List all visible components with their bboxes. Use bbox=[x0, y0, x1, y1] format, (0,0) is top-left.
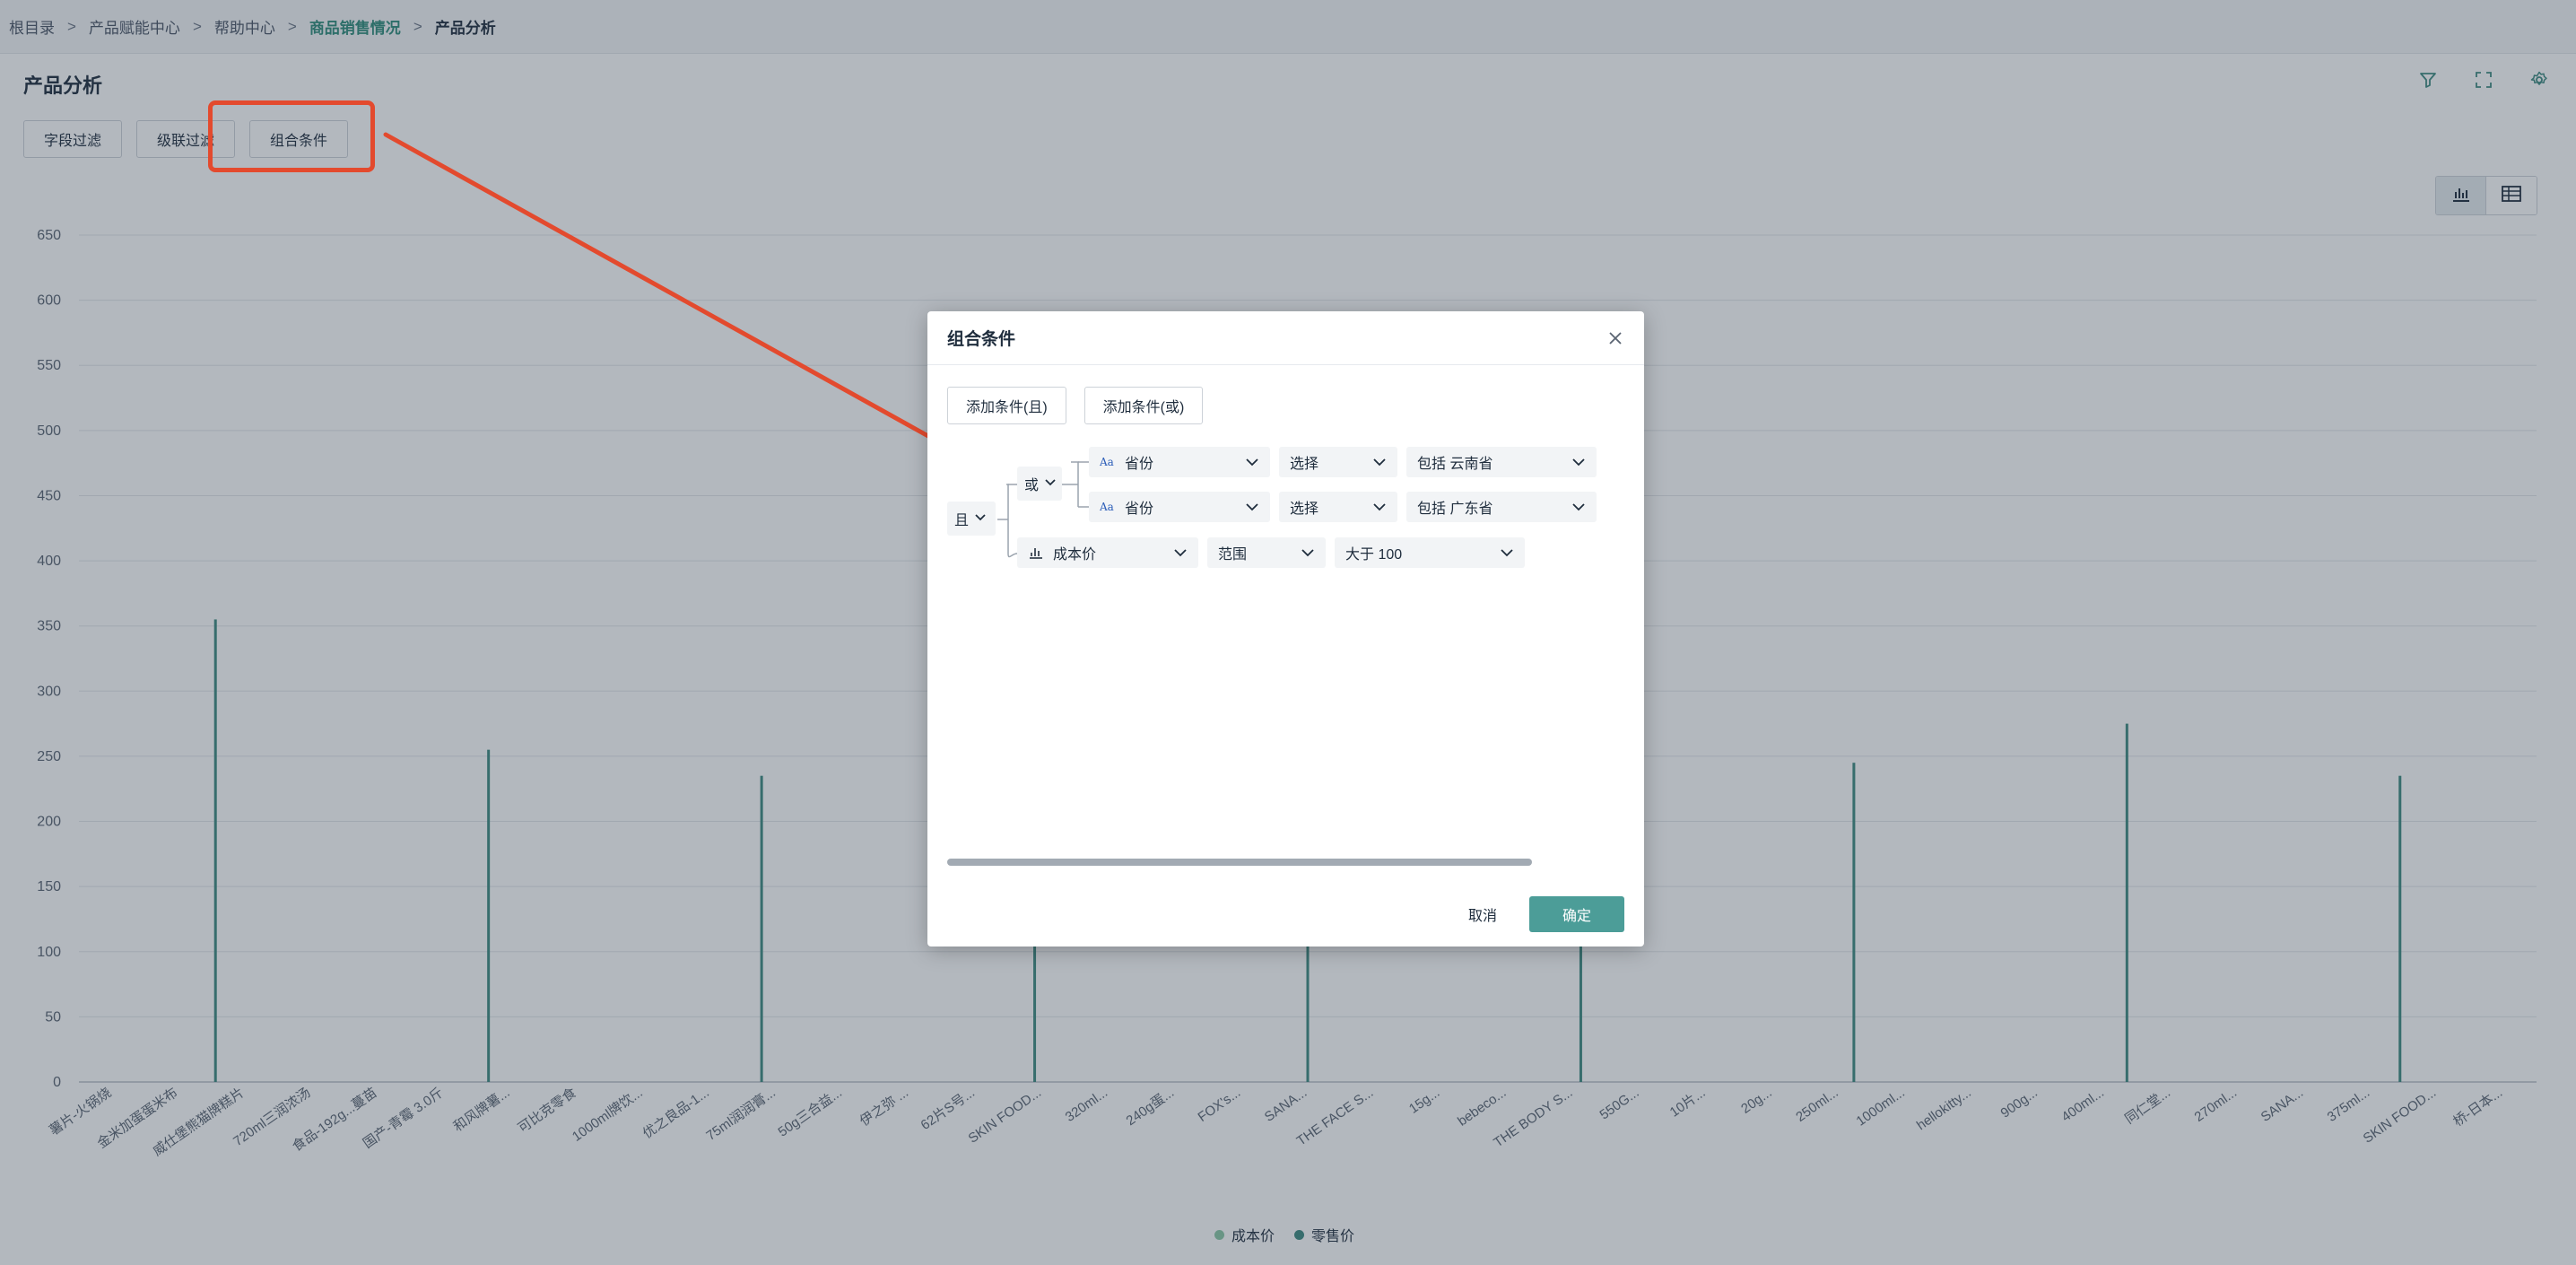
condition-3-field-select[interactable]: 成本价 bbox=[1017, 537, 1198, 568]
condition-3-value-select[interactable]: 大于 100 bbox=[1335, 537, 1525, 568]
condition-2-operator: 选择 bbox=[1290, 502, 1319, 517]
horizontal-scrollbar[interactable] bbox=[947, 859, 1532, 866]
group-logic-value: 或 bbox=[1024, 478, 1040, 493]
chevron-down-icon bbox=[1500, 546, 1514, 563]
chevron-down-icon bbox=[1571, 456, 1586, 472]
group-logic-select[interactable]: 或 bbox=[1017, 467, 1062, 501]
numeric-field-icon bbox=[1028, 546, 1044, 559]
condition-2-value-select[interactable]: 包括 广东省 bbox=[1406, 492, 1597, 522]
condition-1-field: 省份 bbox=[1125, 457, 1154, 472]
chevron-down-icon bbox=[974, 510, 987, 527]
dialog-footer: 取消 确定 bbox=[1459, 896, 1624, 932]
root-logic-select[interactable]: 且 bbox=[947, 502, 996, 536]
combined-condition-dialog: 组合条件 添加条件(且) 添加条件(或) 且 或 Aa 省份 选择 包括 云南省… bbox=[927, 311, 1644, 947]
confirm-button[interactable]: 确定 bbox=[1529, 896, 1624, 932]
condition-1-value: 包括 云南省 bbox=[1417, 457, 1493, 472]
chevron-down-icon bbox=[1372, 456, 1387, 472]
condition-3-operator: 范围 bbox=[1218, 547, 1248, 563]
condition-3-field: 成本价 bbox=[1053, 547, 1097, 563]
condition-2-field: 省份 bbox=[1125, 502, 1154, 517]
chevron-down-icon bbox=[1571, 501, 1586, 517]
condition-3-value: 大于 100 bbox=[1345, 547, 1403, 563]
text-field-icon: Aa bbox=[1100, 456, 1116, 468]
cancel-button[interactable]: 取消 bbox=[1459, 896, 1506, 932]
condition-2-field-select[interactable]: Aa 省份 bbox=[1089, 492, 1270, 522]
chevron-down-icon bbox=[1372, 501, 1387, 517]
chevron-down-icon bbox=[1173, 546, 1188, 563]
logic-tree-connectors bbox=[997, 461, 1089, 558]
condition-1-operator: 选择 bbox=[1290, 457, 1319, 472]
chevron-down-icon bbox=[1044, 475, 1057, 492]
chevron-down-icon bbox=[1245, 456, 1259, 472]
condition-3-operator-select[interactable]: 范围 bbox=[1207, 537, 1326, 568]
svg-text:Aa: Aa bbox=[1100, 456, 1114, 468]
text-field-icon: Aa bbox=[1100, 501, 1116, 513]
root-logic-value: 且 bbox=[954, 513, 970, 528]
condition-1-operator-select[interactable]: 选择 bbox=[1279, 447, 1397, 477]
chevron-down-icon bbox=[1301, 546, 1315, 563]
condition-2-value: 包括 广东省 bbox=[1417, 502, 1493, 517]
condition-1-field-select[interactable]: Aa 省份 bbox=[1089, 447, 1270, 477]
chevron-down-icon bbox=[1245, 501, 1259, 517]
condition-1-value-select[interactable]: 包括 云南省 bbox=[1406, 447, 1597, 477]
svg-text:Aa: Aa bbox=[1100, 501, 1114, 513]
condition-2-operator-select[interactable]: 选择 bbox=[1279, 492, 1397, 522]
